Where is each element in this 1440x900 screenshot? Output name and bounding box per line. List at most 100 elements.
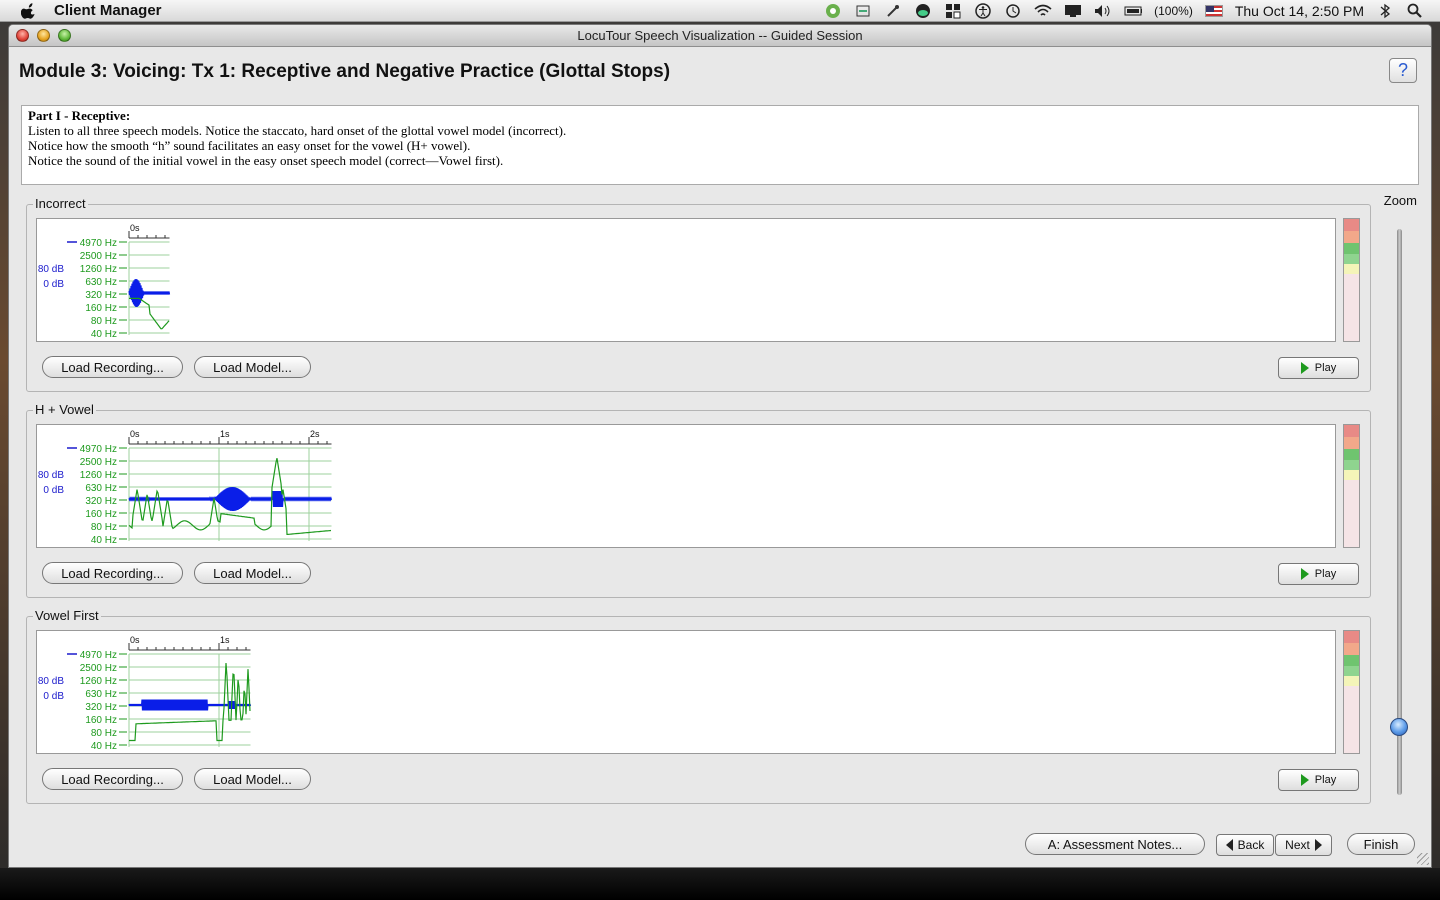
time-tick-label: 0s [130, 223, 140, 233]
spaces-icon[interactable] [944, 3, 962, 19]
freq-label: 80 Hz [91, 728, 117, 739]
status-app-icon[interactable] [824, 3, 842, 19]
freq-label: 630 Hz [85, 277, 117, 288]
panel-h-vowel: H + Vowel 0s 1s 2s 4970 Hz 2500 Hz 1260 Hz 630… [26, 402, 1371, 598]
time-tick-label: 0s [130, 429, 140, 439]
load-recording-button[interactable]: Load Recording... [42, 768, 183, 790]
load-model-button[interactable]: Load Model... [194, 356, 311, 378]
back-button[interactable]: Back [1216, 834, 1274, 856]
freq-label: 630 Hz [85, 689, 117, 700]
freq-label: 80 Hz [91, 522, 117, 533]
accessibility-icon[interactable] [974, 2, 992, 19]
level-meter [1343, 630, 1360, 754]
speech-graph: 0s 1s 2s 4970 Hz 2500 Hz 1260 Hz 630 Hz 320 Hz 1… [38, 429, 333, 546]
db-label: 0 dB [43, 691, 64, 702]
instructions-line: Notice the sound of the initial vowel in… [28, 153, 504, 168]
freq-label: 630 Hz [85, 483, 117, 494]
next-button[interactable]: Next [1275, 834, 1332, 856]
zoom-label: Zoom [1383, 193, 1417, 208]
freq-label: 320 Hz [85, 496, 117, 507]
page-title: Module 3: Voicing: Tx 1: Receptive and N… [19, 61, 671, 82]
speech-graph: 0s 4970 Hz 2500 Hz 1260 Hz 630 Hz 320 Hz 160 H… [38, 223, 171, 340]
menu-extras: (100%) Thu Oct 14, 2:50 PM [824, 3, 1440, 19]
freq-label: 40 Hz [91, 535, 117, 546]
window-title: LocuTour Speech Visualization -- Guided … [577, 28, 863, 43]
zoom-slider-knob[interactable] [1390, 718, 1408, 737]
time-tick-label: 2s [310, 429, 320, 439]
window-titlebar[interactable]: LocuTour Speech Visualization -- Guided … [9, 25, 1431, 47]
level-meter [1343, 424, 1360, 548]
next-label: Next [1285, 838, 1310, 852]
minimize-window-button[interactable] [37, 29, 50, 42]
bluetooth-icon[interactable] [1376, 3, 1394, 19]
time-machine-icon[interactable] [1004, 3, 1022, 19]
apple-icon[interactable] [20, 2, 36, 19]
app-menu-name[interactable]: Client Manager [54, 2, 162, 19]
meter-segment [1344, 686, 1359, 753]
script-icon[interactable] [884, 3, 902, 19]
speech-display[interactable]: 0s 1s 4970 Hz 2500 Hz 1260 Hz 630 Hz 320 Hz 160… [36, 630, 1336, 754]
resize-grip-icon[interactable] [1417, 853, 1429, 865]
speech-display[interactable]: 0s 1s 2s 4970 Hz 2500 Hz 1260 Hz 630 Hz 320 Hz 1… [36, 424, 1336, 548]
freq-label: 40 Hz [91, 329, 117, 340]
panel-title: H + Vowel [33, 402, 96, 417]
instructions-line: Notice how the smooth “h” sound facilita… [28, 138, 471, 153]
play-label: Play [1314, 774, 1337, 786]
menu-bar: Client Manager (100%) Thu Oct 14, 2:50 P… [0, 0, 1440, 22]
spotlight-search-icon[interactable] [1406, 3, 1424, 19]
speech-display[interactable]: 0s 4970 Hz 2500 Hz 1260 Hz 630 Hz 320 Hz 160 H… [36, 218, 1336, 342]
back-arrow-icon [1225, 839, 1233, 851]
play-button[interactable]: Play [1278, 563, 1359, 585]
panel-title: Incorrect [33, 196, 88, 211]
sync-icon[interactable] [854, 3, 872, 19]
meter-segment [1344, 219, 1359, 231]
clock[interactable]: Thu Oct 14, 2:50 PM [1235, 3, 1364, 19]
load-model-button[interactable]: Load Model... [194, 562, 311, 584]
freq-label: 4970 Hz [80, 444, 117, 455]
db-label: 80 dB [38, 676, 64, 687]
close-window-button[interactable] [16, 29, 29, 42]
meter-segment [1344, 631, 1359, 643]
load-model-button[interactable]: Load Model... [194, 768, 311, 790]
next-arrow-icon [1314, 839, 1322, 851]
zoom-window-button[interactable] [58, 29, 71, 42]
play-button[interactable]: Play [1278, 357, 1359, 379]
desktop-bottom [0, 868, 1440, 900]
db-label: 80 dB [38, 264, 64, 275]
us-flag-icon[interactable] [1204, 4, 1223, 17]
finish-button[interactable]: Finish [1347, 833, 1415, 855]
db-label: 0 dB [43, 485, 64, 496]
back-label: Back [1237, 838, 1265, 852]
panel-vowel-first: Vowel First 0s 1s 4970 Hz 2500 Hz 1260 Hz 630… [26, 608, 1371, 804]
freq-label: 2500 Hz [80, 251, 117, 262]
battery-icon[interactable] [1124, 3, 1143, 19]
meter-segment [1344, 470, 1359, 480]
meter-segment [1344, 655, 1359, 666]
meter-segment [1344, 437, 1359, 449]
wifi-icon[interactable] [1034, 3, 1052, 19]
display-icon[interactable] [1064, 3, 1082, 19]
meter-segment [1344, 274, 1359, 341]
meter-segment [1344, 243, 1359, 254]
meter-segment [1344, 449, 1359, 460]
freq-label: 1260 Hz [80, 264, 117, 275]
green-status-icon[interactable] [914, 3, 932, 19]
help-button[interactable]: ? [1389, 58, 1417, 83]
load-recording-button[interactable]: Load Recording... [42, 356, 183, 378]
meter-segment [1344, 643, 1359, 655]
play-label: Play [1314, 568, 1337, 580]
freq-label: 160 Hz [85, 509, 117, 520]
meter-segment [1344, 231, 1359, 243]
play-button[interactable]: Play [1278, 769, 1359, 791]
assessment-notes-button[interactable]: A: Assessment Notes... [1025, 833, 1205, 855]
volume-icon[interactable] [1094, 3, 1112, 19]
freq-label: 40 Hz [91, 741, 117, 752]
time-tick-label: 1s [220, 635, 230, 645]
freq-label: 4970 Hz [80, 650, 117, 661]
zoom-slider-track[interactable] [1397, 229, 1402, 795]
load-recording-button[interactable]: Load Recording... [42, 562, 183, 584]
freq-label: 160 Hz [85, 303, 117, 314]
meter-segment [1344, 666, 1359, 676]
instructions-box: Part I - Receptive: Listen to all three … [21, 105, 1419, 185]
panel-title: Vowel First [33, 608, 101, 623]
